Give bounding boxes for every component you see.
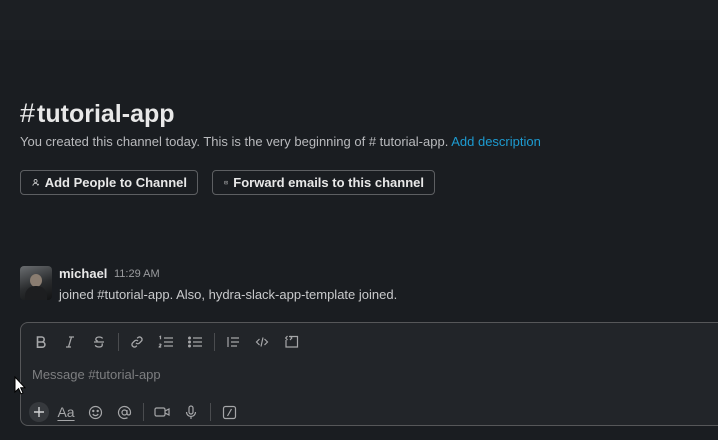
- forward-emails-label: Forward emails to this channel: [233, 175, 424, 190]
- emoji-icon[interactable]: [83, 401, 107, 423]
- top-area: [0, 0, 718, 40]
- add-description-link[interactable]: Add description: [451, 134, 541, 149]
- message-author[interactable]: michael: [59, 266, 107, 281]
- code-block-icon[interactable]: [279, 330, 303, 354]
- add-people-label: Add People to Channel: [44, 175, 187, 190]
- toolbar-divider: [214, 333, 215, 351]
- text-format-label: Aa: [57, 404, 75, 420]
- mouse-pointer-icon: [14, 376, 26, 395]
- ordered-list-icon[interactable]: [154, 330, 178, 354]
- composer-actions: Aa: [21, 399, 718, 425]
- code-icon[interactable]: [250, 330, 274, 354]
- formatting-toolbar: [21, 323, 718, 361]
- message-timestamp[interactable]: 11:29 AM: [114, 268, 160, 280]
- message-composer: Message #tutorial-app Aa: [20, 322, 718, 426]
- channel-intro: You created this channel today. This is …: [20, 134, 541, 149]
- intro-text: You created this channel today. This is …: [20, 134, 449, 149]
- text-format-icon[interactable]: Aa: [54, 401, 78, 423]
- bold-icon[interactable]: [29, 330, 53, 354]
- avatar[interactable]: [20, 266, 52, 300]
- slash-command-icon[interactable]: [217, 401, 241, 423]
- message-input[interactable]: Message #tutorial-app: [32, 367, 161, 382]
- italic-icon[interactable]: [58, 330, 82, 354]
- email-forward-icon: [224, 180, 229, 185]
- person-add-icon: [32, 179, 39, 186]
- channel-title: # tutorial-app: [20, 98, 175, 129]
- toolbar-divider: [118, 333, 119, 351]
- toolbar-divider: [143, 403, 144, 421]
- plus-icon[interactable]: [29, 402, 49, 422]
- forward-emails-button[interactable]: Forward emails to this channel: [212, 170, 435, 195]
- strikethrough-icon[interactable]: [87, 330, 111, 354]
- video-icon[interactable]: [150, 401, 174, 423]
- add-people-button[interactable]: Add People to Channel: [20, 170, 198, 195]
- channel-name: tutorial-app: [37, 100, 175, 128]
- blockquote-icon[interactable]: [221, 330, 245, 354]
- link-icon[interactable]: [125, 330, 149, 354]
- message-text: joined #tutorial-app. Also, hydra-slack-…: [59, 287, 398, 302]
- mention-icon[interactable]: [112, 401, 136, 423]
- microphone-icon[interactable]: [179, 401, 203, 423]
- hash-icon: #: [20, 98, 36, 128]
- toolbar-divider: [210, 403, 211, 421]
- bulleted-list-icon[interactable]: [183, 330, 207, 354]
